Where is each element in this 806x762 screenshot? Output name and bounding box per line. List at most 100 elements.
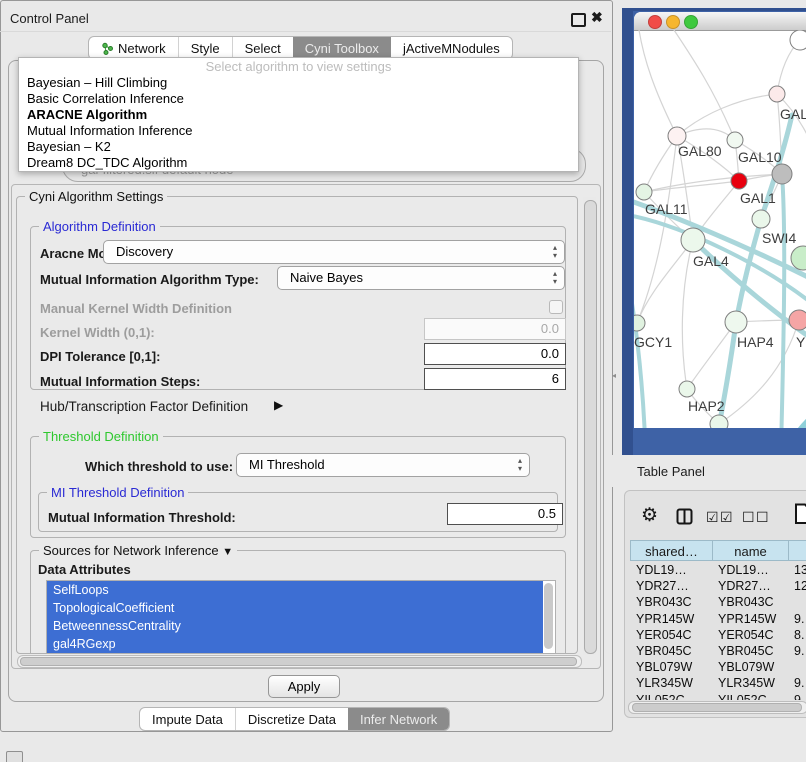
collapse-down-icon[interactable]: ▼	[222, 546, 233, 558]
which-threshold-select[interactable]: MI Threshold ▴▾	[236, 453, 530, 477]
network-node[interactable]	[791, 246, 806, 270]
table-column-header[interactable]	[788, 540, 806, 561]
scrollbar-thumb[interactable]	[632, 703, 802, 712]
network-node-HAP4[interactable]	[725, 311, 747, 333]
tab-cyni-toolbox[interactable]: Cyni Toolbox	[293, 37, 391, 59]
algorithm-option[interactable]: Bayesian – Hill Climbing	[19, 75, 578, 91]
settings-horizontal-scrollbar[interactable]	[17, 655, 582, 668]
table-row[interactable]: YPR145WYPR145W9.	[630, 611, 806, 627]
file-icon[interactable]	[794, 503, 806, 528]
table-row[interactable]: YER054CYER054C8.	[630, 627, 806, 643]
expand-right-icon[interactable]: ▶	[274, 398, 283, 412]
network-edge	[637, 136, 677, 323]
network-window-titlebar[interactable]	[634, 12, 806, 31]
network-node-GCY1[interactable]	[634, 315, 645, 331]
dock-panel-icon[interactable]	[6, 751, 23, 762]
table-row[interactable]: YDL19…YDL19…13	[630, 562, 806, 578]
scrollbar-thumb[interactable]	[584, 200, 597, 654]
data-attribute-item[interactable]: TopologicalCoefficient	[47, 599, 543, 617]
table-row[interactable]: YBR045CYBR045C9.	[630, 643, 806, 659]
network-node-GAL4[interactable]	[681, 228, 705, 252]
network-node-GAL10[interactable]	[727, 132, 743, 148]
table-row[interactable]: YBL079WYBL079W	[630, 659, 806, 675]
tab-network[interactable]: Network	[89, 37, 178, 59]
algorithm-option[interactable]: Bayesian – K2	[19, 139, 578, 155]
network-node-label: GAL80	[678, 143, 722, 159]
network-canvas[interactable]: GALGAL80GAL10GAL1GAL11GAL4SWI4GCY1HAP4YH…	[634, 30, 806, 428]
algorithm-option[interactable]: ARACNE Algorithm	[19, 107, 578, 123]
data-attributes-label: Data Attributes	[38, 562, 131, 577]
table-header-row: shared…name	[630, 540, 806, 561]
network-edge	[674, 30, 735, 140]
network-node-SWI4[interactable]	[752, 210, 770, 228]
table-row[interactable]: YDR27…YDR27…12	[630, 578, 806, 594]
table-cell: 13	[788, 562, 806, 578]
network-node-Y[interactable]	[789, 310, 806, 330]
algorithm-option[interactable]: Mutual Information Inference	[19, 123, 578, 139]
cyni-algorithm-settings-title: Cyni Algorithm Settings	[25, 189, 167, 204]
network-node-label: GAL4	[693, 253, 729, 269]
minimize-window-icon[interactable]	[666, 15, 680, 29]
table-column-header[interactable]: shared…	[630, 540, 712, 561]
tab-select[interactable]: Select	[232, 37, 293, 59]
checked-checkbox-icon[interactable]: ☑	[706, 509, 719, 526]
zoom-window-icon[interactable]	[684, 15, 698, 29]
aracne-mode-select[interactable]: Discovery ▴▾	[103, 240, 565, 264]
table-horizontal-scrollbar[interactable]	[628, 701, 806, 714]
cyni-bottom-tabbar: Impute Data Discretize DataInfer Network	[139, 707, 450, 731]
tab-label: Impute Data	[152, 712, 223, 727]
network-node[interactable]	[710, 415, 728, 428]
close-icon[interactable]: ✖	[591, 9, 603, 26]
table-cell: YDL19…	[712, 562, 788, 578]
network-edge	[639, 30, 677, 136]
table-column-header[interactable]: name	[712, 540, 788, 561]
data-attribute-item[interactable]: SelfLoops	[47, 581, 543, 599]
columns-icon[interactable]	[676, 508, 693, 528]
unchecked-checkbox-icon[interactable]: ☐	[756, 509, 769, 526]
algorithm-definition-title: Algorithm Definition	[39, 219, 160, 234]
mi-threshold-field[interactable]: 0.5	[447, 503, 563, 525]
dpi-tolerance-label: DPI Tolerance [0,1]:	[40, 349, 160, 364]
network-node-GAL11[interactable]	[636, 184, 652, 200]
mi-algorithm-type-value: Naive Bayes	[290, 267, 363, 289]
unchecked-checkbox-icon[interactable]: ☐	[742, 509, 755, 526]
table-cell: YLR345W	[630, 675, 712, 691]
cyni-tab-infer-network[interactable]: Infer Network	[348, 708, 449, 730]
table-row[interactable]: YIL052CYIL052C9	[630, 692, 806, 701]
cyni-tab-discretize-data[interactable]: Discretize Data	[235, 708, 348, 730]
scrollbar-thumb[interactable]	[20, 657, 577, 666]
table-cell: YDR27…	[712, 578, 788, 594]
network-node-label: GCY1	[634, 334, 672, 350]
tab-style[interactable]: Style	[178, 37, 232, 59]
network-node-GAL[interactable]	[769, 86, 785, 102]
tab-jactivemnodules[interactable]: jActiveMNodules	[391, 37, 512, 59]
mi-steps-field[interactable]: 6	[424, 368, 566, 390]
list-scrollbar-thumb[interactable]	[544, 583, 553, 649]
settings-vertical-scrollbar[interactable]	[583, 197, 596, 655]
network-node[interactable]	[790, 30, 806, 50]
network-node-label: GAL10	[738, 149, 782, 165]
titlebar-divider	[0, 31, 611, 32]
manual-kernel-width-checkbox[interactable]	[549, 300, 563, 314]
network-node-GAL1[interactable]	[731, 173, 747, 189]
mi-algorithm-type-select[interactable]: Naive Bayes ▴▾	[277, 266, 565, 290]
apply-button[interactable]: Apply	[268, 675, 340, 698]
kernel-width-field[interactable]: 0.0	[424, 318, 566, 340]
data-attribute-item[interactable]: BetweennessCentrality	[47, 617, 543, 635]
algorithm-option[interactable]: Dream8 DC_TDC Algorithm	[19, 155, 578, 171]
table-cell: 9.	[788, 643, 806, 659]
checked-checkbox-icon[interactable]: ☑	[720, 509, 733, 526]
algorithm-option[interactable]: Basic Correlation Inference	[19, 91, 578, 107]
gear-icon[interactable]: ⚙	[641, 504, 658, 527]
dpi-tolerance-field[interactable]: 0.0	[424, 343, 566, 365]
cyni-tab-impute-data[interactable]: Impute Data	[140, 708, 235, 730]
panel-splitter-arrow-icon[interactable]: ◂	[612, 371, 616, 380]
data-attribute-item[interactable]: gal4RGexp	[47, 635, 543, 653]
table-row[interactable]: YBR043CYBR043C	[630, 594, 806, 610]
network-node-HAP2[interactable]	[679, 381, 695, 397]
table-cell: YLR345W	[712, 675, 788, 691]
close-window-icon[interactable]	[648, 15, 662, 29]
network-node[interactable]	[772, 164, 792, 184]
table-row[interactable]: YLR345WYLR345W9.	[630, 675, 806, 691]
float-panel-icon[interactable]	[571, 13, 586, 27]
